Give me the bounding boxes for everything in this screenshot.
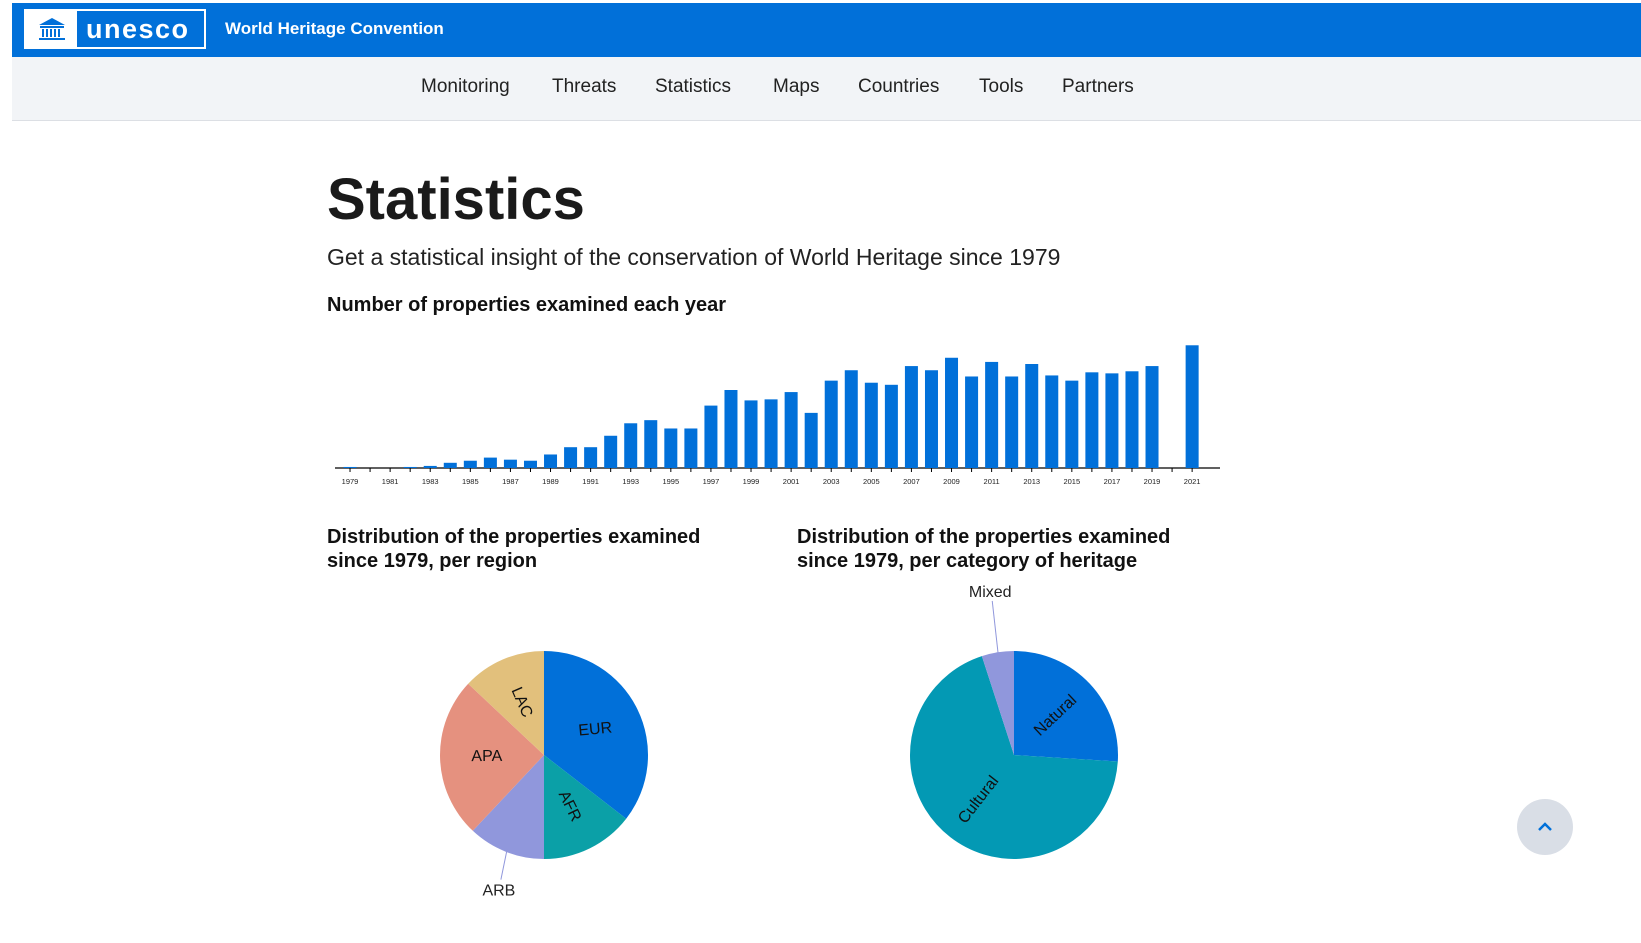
- bar-2016[interactable]: [1085, 372, 1099, 468]
- bar-2007[interactable]: [904, 366, 918, 468]
- bar-1993[interactable]: [624, 423, 638, 468]
- pie-label-apa: APA: [471, 748, 502, 765]
- bar-2001[interactable]: [784, 392, 798, 468]
- bar-1995[interactable]: [664, 428, 678, 468]
- page-title: Statistics: [327, 167, 585, 232]
- tick-label-2021: 2021: [1184, 477, 1201, 486]
- tick-label-2015: 2015: [1063, 477, 1080, 486]
- tick-label-1979: 1979: [342, 477, 359, 486]
- bar-2006[interactable]: [884, 384, 898, 468]
- bar-2018[interactable]: [1125, 371, 1139, 468]
- nav-item-maps[interactable]: Maps: [773, 76, 819, 98]
- bar-1994[interactable]: [644, 420, 658, 468]
- bar-2011[interactable]: [985, 361, 999, 468]
- bar-2005[interactable]: [864, 382, 878, 468]
- tick-label-2009: 2009: [943, 477, 960, 486]
- bar-chart-title: Number of properties examined each year: [327, 294, 727, 316]
- region-chart-title-line2: since 1979, per region: [327, 550, 538, 572]
- category-pie-chart: NaturalCulturalMixed: [909, 584, 1118, 860]
- sub-navigation: [12, 57, 1641, 121]
- bar-1996[interactable]: [684, 428, 698, 468]
- bar-2010[interactable]: [965, 376, 979, 468]
- bar-2000[interactable]: [764, 399, 778, 468]
- bar-1986[interactable]: [483, 457, 497, 468]
- bar-1984[interactable]: [443, 462, 457, 468]
- bar-2019[interactable]: [1145, 366, 1159, 468]
- tick-label-1985: 1985: [462, 477, 479, 486]
- bar-2013[interactable]: [1025, 364, 1039, 468]
- category-chart-title-line2: since 1979, per category of heritage: [797, 550, 1138, 572]
- tick-label-2017: 2017: [1104, 477, 1121, 486]
- chevron-up-icon: [1538, 822, 1552, 831]
- bar-1997[interactable]: [704, 405, 718, 468]
- nav-item-threats[interactable]: Threats: [552, 76, 616, 98]
- category-chart-title-line1: Distribution of the properties examined: [797, 526, 1171, 548]
- bar-2021[interactable]: [1185, 345, 1199, 468]
- nav-item-countries[interactable]: Countries: [858, 76, 939, 98]
- bar-2008[interactable]: [924, 370, 938, 468]
- category-chart-title: Distribution of the properties examined …: [797, 525, 1170, 573]
- tick-label-1987: 1987: [502, 477, 519, 486]
- pie-label-arb: ARB: [482, 883, 515, 900]
- bar-2002[interactable]: [804, 412, 818, 468]
- bar-1987[interactable]: [503, 459, 517, 468]
- bar-2017[interactable]: [1105, 373, 1119, 468]
- page-subtitle: Get a statistical insight of the conserv…: [327, 244, 1061, 270]
- nav-item-monitoring[interactable]: Monitoring: [421, 76, 510, 98]
- tick-label-1993: 1993: [622, 477, 639, 486]
- pie-leader-mixed: [991, 600, 1000, 658]
- region-chart-title-line1: Distribution of the properties examined: [327, 526, 701, 548]
- bar-1979[interactable]: [343, 466, 357, 468]
- site-name[interactable]: World Heritage Convention: [225, 19, 444, 39]
- tick-label-1989: 1989: [542, 477, 559, 486]
- tick-label-1991: 1991: [582, 477, 599, 486]
- scroll-to-top-button[interactable]: [1517, 799, 1573, 855]
- tick-label-1995: 1995: [662, 477, 679, 486]
- tick-label-1983: 1983: [422, 477, 439, 486]
- bar-1989[interactable]: [544, 454, 558, 468]
- logo-text: unesco: [86, 14, 190, 44]
- region-pie-chart: EURAFRARBAPALAC: [440, 651, 649, 900]
- bar-1982[interactable]: [403, 466, 417, 468]
- bar-2004[interactable]: [844, 370, 858, 468]
- pie-label-eur: EUR: [578, 720, 613, 740]
- unesco-logo[interactable]: unesco: [24, 9, 206, 49]
- tick-label-2003: 2003: [823, 477, 840, 486]
- pie-leader-arb: [500, 846, 509, 880]
- tick-label-1999: 1999: [743, 477, 760, 486]
- region-chart-title: Distribution of the properties examined …: [327, 525, 700, 573]
- nav-item-partners[interactable]: Partners: [1062, 76, 1134, 98]
- top-bar: unesco World Heritage Convention: [12, 3, 1641, 57]
- tick-label-2013: 2013: [1023, 477, 1040, 486]
- bar-1991[interactable]: [584, 447, 598, 468]
- tick-label-2001: 2001: [783, 477, 800, 486]
- bar-2012[interactable]: [1005, 376, 1019, 468]
- tick-label-2019: 2019: [1144, 477, 1161, 486]
- pie-label-mixed: Mixed: [969, 584, 1012, 601]
- bar-1988[interactable]: [523, 460, 537, 468]
- bar-2009[interactable]: [945, 357, 959, 468]
- bar-2015[interactable]: [1065, 380, 1079, 468]
- bar-2003[interactable]: [824, 380, 838, 468]
- bar-1999[interactable]: [744, 400, 758, 468]
- bar-chart: 1979 1981 1983 1985 1987 1989 1991 1993 1995 1997…: [335, 345, 1220, 486]
- bar-1985[interactable]: [463, 460, 477, 468]
- nav-item-tools[interactable]: Tools: [979, 76, 1023, 98]
- tick-label-2011: 2011: [984, 477, 1000, 486]
- bar-2014[interactable]: [1045, 375, 1059, 468]
- tick-label-1997: 1997: [703, 477, 720, 486]
- bar-1992[interactable]: [604, 435, 618, 468]
- tick-label-1981: 1981: [382, 477, 399, 486]
- tick-label-2005: 2005: [863, 477, 880, 486]
- nav-item-statistics[interactable]: Statistics: [655, 76, 731, 98]
- tick-label-2007: 2007: [903, 477, 920, 486]
- bar-1983[interactable]: [423, 465, 437, 468]
- bar-1990[interactable]: [564, 447, 578, 468]
- temple-logo-icon: [26, 11, 77, 47]
- bar-1998[interactable]: [724, 390, 738, 468]
